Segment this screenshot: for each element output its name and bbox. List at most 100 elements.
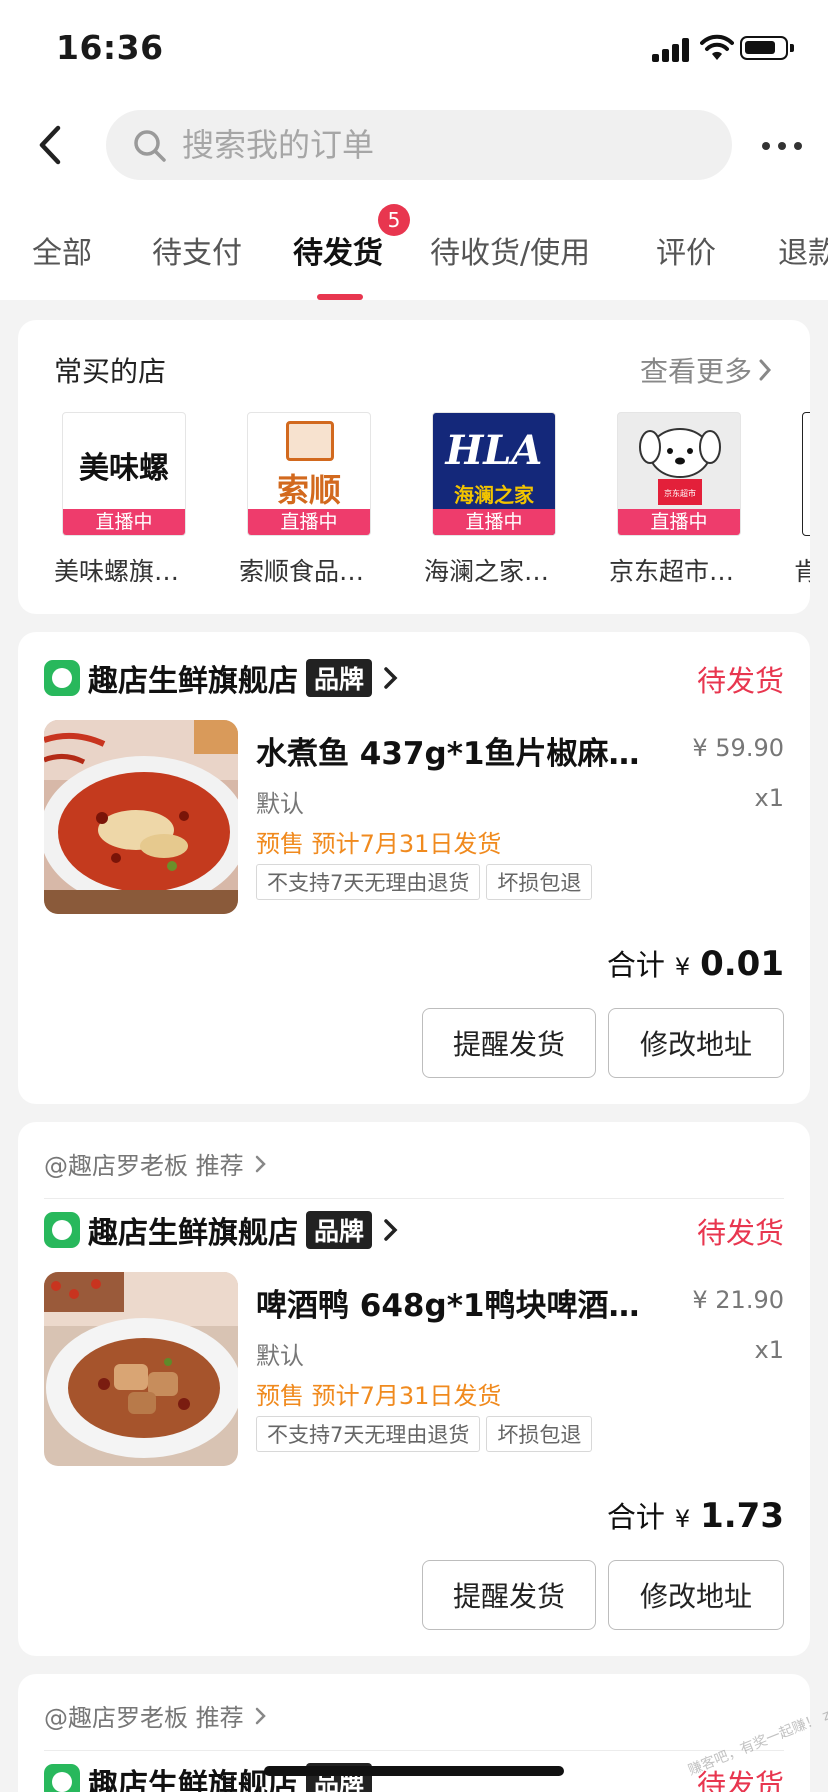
brand-badge: 品牌 (306, 1211, 373, 1249)
shop-logo: 京东超市 直播中 (617, 412, 741, 536)
total-currency: ¥ (674, 1505, 691, 1533)
home-indicator[interactable] (264, 1766, 564, 1776)
search-input[interactable] (182, 110, 702, 180)
tab-pending-payment[interactable]: 待支付 (152, 228, 242, 272)
cellular-signal-icon (652, 38, 692, 62)
service-tag: 不支持7天无理由退货 (256, 1416, 481, 1452)
divider (44, 1750, 784, 1751)
store-header[interactable]: 趣店生鲜旗舰店 品牌 (44, 658, 400, 699)
product-image[interactable] (44, 720, 238, 914)
service-tag: 坏损包退 (486, 1416, 593, 1452)
shop-name: 索顺食品… (239, 557, 365, 586)
shop-logo-text: 索顺 (276, 471, 341, 509)
frequent-shops-title: 常买的店 (54, 355, 167, 388)
live-badge: 直播中 (248, 509, 370, 535)
tab-badge: 5 (378, 204, 410, 236)
order-status: 待发货 (696, 1216, 784, 1250)
shop-name: 海澜之家… (424, 557, 550, 586)
total-currency: ¥ (674, 953, 691, 981)
chevron-right-icon (384, 1219, 398, 1241)
service-tag: 不支持7天无理由退货 (256, 864, 481, 900)
store-icon (44, 660, 80, 696)
change-address-button[interactable]: 修改地址 (608, 1560, 784, 1630)
live-badge: 直播中 (618, 509, 740, 535)
total-amount: 0.01 (700, 944, 784, 984)
tab-pending-shipment[interactable]: 待发货 (293, 228, 383, 272)
shop-logo: 索顺 直播中 (247, 412, 371, 536)
shop-logo: 美味螺 直播中 (62, 412, 186, 536)
divider (44, 1198, 784, 1199)
remind-shipment-button[interactable]: 提醒发货 (422, 1008, 596, 1078)
product-spec: 默认 (256, 790, 304, 818)
tab-review[interactable]: 评价 (656, 228, 716, 272)
product-title[interactable]: 水煮鱼 437g*1鱼片椒麻… (256, 728, 656, 773)
product-image[interactable] (44, 1272, 238, 1466)
order-card: 趣店生鲜旗舰店 品牌 待发货 水煮鱼 437g*1鱼片椒麻… ¥ 59.90 默… (18, 632, 810, 1104)
order-tabs: 全部 待支付 待发货 5 待收货/使用 评价 退款 (0, 190, 828, 300)
product-price: ¥ 21.90 (692, 1286, 784, 1314)
status-time: 16:36 (56, 28, 164, 67)
chevron-right-icon (759, 359, 772, 381)
live-badge: 直播中 (433, 509, 555, 535)
presale-note: 预售 预计7月31日发货 (256, 1382, 502, 1410)
jd-dog-mascot-icon: 京东超市 (639, 428, 721, 505)
shop-logo-sub: 京东超市 (664, 488, 696, 498)
recommend-row[interactable]: @趣店罗老板 推荐 (44, 1698, 268, 1733)
store-icon (44, 1764, 80, 1792)
chevron-right-icon (255, 1155, 266, 1172)
order-total: 合计 ¥ 0.01 (607, 942, 784, 984)
shop-name: 京东超市… (609, 557, 735, 586)
tab-pending-receipt[interactable]: 待收货/使用 (430, 228, 590, 272)
total-label: 合计 (606, 1500, 665, 1534)
product-spec: 默认 (256, 1342, 304, 1370)
brand-badge: 品牌 (306, 659, 373, 697)
back-icon[interactable] (30, 120, 74, 170)
more-icon[interactable] (760, 130, 804, 160)
presale-note: 预售 预计7月31日发货 (256, 830, 502, 858)
tab-refund[interactable]: 退款 (778, 228, 828, 272)
chevron-right-icon (384, 667, 398, 689)
total-amount: 1.73 (700, 1496, 784, 1536)
fish-dish-image (44, 720, 238, 914)
store-icon (44, 1212, 80, 1248)
order-status: 待发货 (696, 664, 784, 698)
order-card: @趣店罗老板 推荐 趣店生鲜旗舰店 品牌 待发货 啤酒鸭 648g*1鸭块啤酒…… (18, 1122, 810, 1656)
remind-shipment-button[interactable]: 提醒发货 (422, 1560, 596, 1630)
search-header (0, 100, 828, 190)
recommend-label: @趣店罗老板 推荐 (44, 1152, 244, 1180)
store-name: 趣店生鲜旗舰店 (88, 664, 298, 699)
product-quantity: x1 (754, 1336, 784, 1364)
shop-name: 肯 (794, 557, 810, 586)
product-quantity: x1 (754, 784, 784, 812)
duck-dish-image (44, 1272, 238, 1466)
service-tags: 不支持7天无理由退货 坏损包退 (256, 864, 593, 900)
live-badge: 直播中 (63, 509, 185, 535)
product-price: ¥ 59.90 (692, 734, 784, 762)
change-address-button[interactable]: 修改地址 (608, 1008, 784, 1078)
battery-icon (740, 36, 794, 60)
product-title[interactable]: 啤酒鸭 648g*1鸭块啤酒… (256, 1280, 656, 1325)
shop-logo-sub: 海澜之家 (454, 483, 534, 507)
recommend-row[interactable]: @趣店罗老板 推荐 (44, 1146, 268, 1181)
view-more-link[interactable]: 查看更多 (640, 350, 774, 390)
shop-logo-text: HLA (445, 427, 543, 474)
view-more-label: 查看更多 (639, 355, 752, 388)
tab-all[interactable]: 全部 (32, 228, 92, 272)
shop-logo (802, 412, 810, 536)
total-label: 合计 (606, 948, 665, 982)
wifi-icon (700, 34, 734, 60)
search-icon (134, 130, 166, 162)
shop-logo-mark (286, 421, 334, 461)
tab-active-indicator (317, 294, 363, 300)
service-tags: 不支持7天无理由退货 坏损包退 (256, 1416, 593, 1452)
order-total: 合计 ¥ 1.73 (607, 1494, 784, 1536)
shop-logo: HLA 海澜之家 直播中 (432, 412, 556, 536)
shop-name: 美味螺旗… (54, 557, 180, 586)
recommend-label: @趣店罗老板 推荐 (44, 1704, 244, 1732)
frequent-shops-card: 常买的店 查看更多 美味螺 直播中 美味螺旗… 索顺 直播中 索顺食品… HLA… (18, 320, 810, 614)
store-name: 趣店生鲜旗舰店 (88, 1768, 298, 1792)
search-box[interactable] (106, 110, 732, 180)
shop-logo-text: 美味螺 (79, 451, 169, 486)
service-tag: 坏损包退 (486, 864, 593, 900)
store-header[interactable]: 趣店生鲜旗舰店 品牌 (44, 1210, 400, 1251)
